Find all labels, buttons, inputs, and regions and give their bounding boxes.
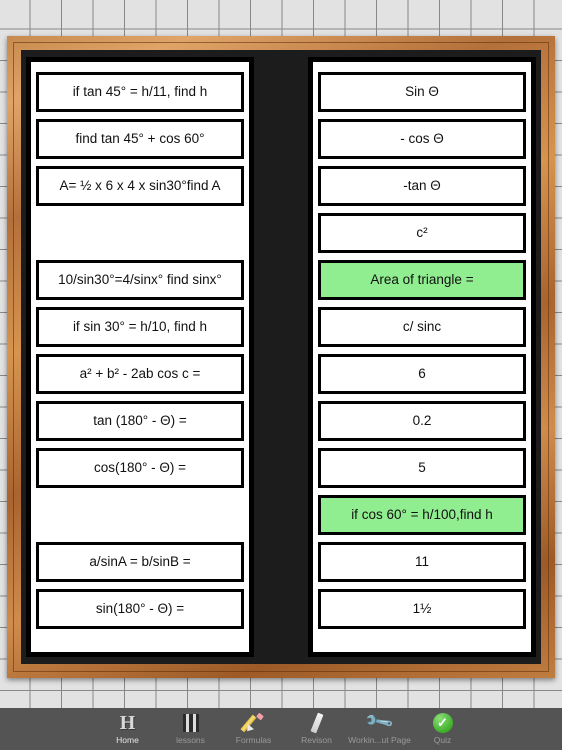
answer-card[interactable]: 5 xyxy=(318,447,526,488)
questions-column: if tan 45° = h/11, find h find tan 45° + … xyxy=(26,57,254,657)
tab-icon-wrapper: 🔧 xyxy=(364,707,395,738)
bottom-tab-bar: H Home lessons Formulas Revison 🔧 Workin...ut … xyxy=(0,707,562,750)
answer-card[interactable]: if cos 60° = h/100,find h xyxy=(318,494,526,535)
tab-icon-wrapper: ✓ xyxy=(432,711,453,734)
answer-slot[interactable]: Sin Θ xyxy=(318,68,526,115)
answer-slot[interactable]: 0.2 xyxy=(318,397,526,444)
question-slot[interactable]: if tan 45° = h/11, find h xyxy=(36,68,244,115)
answer-card[interactable]: 6 xyxy=(318,353,526,394)
question-empty-slot xyxy=(36,495,244,535)
ruler-icon xyxy=(309,712,324,733)
tab-formulas[interactable]: Formulas xyxy=(222,708,285,750)
answer-slot[interactable]: c/ sinc xyxy=(318,303,526,350)
answer-slot[interactable]: 6 xyxy=(318,350,526,397)
question-card[interactable]: find tan 45° + cos 60° xyxy=(36,118,244,159)
question-card[interactable]: 10/sin30°=4/sinx° find sinx° xyxy=(36,259,244,300)
tab-home[interactable]: H Home xyxy=(96,708,159,750)
question-card[interactable]: if sin 30° = h/10, find h xyxy=(36,306,244,347)
green-check-icon: ✓ xyxy=(432,712,453,733)
tab-icon-wrapper xyxy=(309,711,324,734)
question-card[interactable]: sin(180° - Θ) = xyxy=(36,588,244,629)
tab-icon-wrapper: H xyxy=(120,711,136,734)
answer-slot[interactable]: -tan Θ xyxy=(318,162,526,209)
tab-label: Formulas xyxy=(235,735,272,745)
answer-card[interactable]: 0.2 xyxy=(318,400,526,441)
film-strip-icon xyxy=(182,713,199,732)
question-slot[interactable]: tan (180° - Θ) = xyxy=(36,397,244,444)
answer-card[interactable]: 1½ xyxy=(318,588,526,629)
wooden-picture-frame: if tan 45° = h/11, find h find tan 45° + … xyxy=(7,36,555,678)
question-slot[interactable]: a² + b² - 2ab cos c = xyxy=(36,350,244,397)
answer-slot[interactable]: 1½ xyxy=(318,585,526,632)
question-card[interactable]: if tan 45° = h/11, find h xyxy=(36,71,244,112)
question-slot xyxy=(36,209,244,256)
question-card[interactable]: tan (180° - Θ) = xyxy=(36,400,244,441)
answer-slot[interactable]: Area of triangle = xyxy=(318,256,526,303)
question-slot[interactable]: cos(180° - Θ) = xyxy=(36,444,244,491)
question-slot[interactable]: sin(180° - Θ) = xyxy=(36,585,244,632)
question-slot[interactable]: A= ½ x 6 x 4 x sin30°find A xyxy=(36,162,244,209)
answer-slot[interactable]: if cos 60° = h/100,find h xyxy=(318,491,526,538)
question-card[interactable]: A= ½ x 6 x 4 x sin30°find A xyxy=(36,165,244,206)
wrench-icon: 🔧 xyxy=(363,707,396,738)
answer-card[interactable]: c² xyxy=(318,212,526,253)
question-card[interactable]: a/sinA = b/sinB = xyxy=(36,541,244,582)
answers-column: Sin Θ - cos Θ -tan Θ c² Area of triangle = c/… xyxy=(308,57,536,657)
tab-label: lessons xyxy=(176,735,205,745)
answer-card[interactable]: -tan Θ xyxy=(318,165,526,206)
question-slot[interactable]: a/sinA = b/sinB = xyxy=(36,538,244,585)
answer-card[interactable]: c/ sinc xyxy=(318,306,526,347)
question-slot[interactable]: if sin 30° = h/10, find h xyxy=(36,303,244,350)
answer-slot[interactable]: - cos Θ xyxy=(318,115,526,162)
question-card[interactable]: a² + b² - 2ab cos c = xyxy=(36,353,244,394)
answer-slot[interactable]: c² xyxy=(318,209,526,256)
question-empty-slot xyxy=(36,213,244,253)
answer-card[interactable]: - cos Θ xyxy=(318,118,526,159)
question-card[interactable]: cos(180° - Θ) = xyxy=(36,447,244,488)
tab-label: Home xyxy=(116,735,139,745)
tab-lessons[interactable]: lessons xyxy=(159,708,222,750)
tab-revison[interactable]: Revison xyxy=(285,708,348,750)
tab-quiz[interactable]: ✓ Quiz xyxy=(411,708,474,750)
pencil-icon xyxy=(239,712,264,734)
tab-workin-ut-page[interactable]: 🔧 Workin...ut Page xyxy=(348,707,411,750)
matching-board: if tan 45° = h/11, find h find tan 45° + … xyxy=(21,50,541,664)
tab-icon-wrapper xyxy=(239,711,264,734)
answer-card[interactable]: Sin Θ xyxy=(318,71,526,112)
tab-label: Quiz xyxy=(433,735,452,745)
question-slot[interactable]: find tan 45° + cos 60° xyxy=(36,115,244,162)
tab-label: Workin...ut Page xyxy=(348,735,411,745)
question-slot xyxy=(36,491,244,538)
home-h-icon: H xyxy=(119,711,136,734)
answer-card[interactable]: 11 xyxy=(318,541,526,582)
answer-slot[interactable]: 5 xyxy=(318,444,526,491)
answer-card[interactable]: Area of triangle = xyxy=(318,259,526,300)
tab-label: Revison xyxy=(301,735,332,745)
question-slot[interactable]: 10/sin30°=4/sinx° find sinx° xyxy=(36,256,244,303)
tab-icon-wrapper xyxy=(182,711,199,734)
answer-slot[interactable]: 11 xyxy=(318,538,526,585)
